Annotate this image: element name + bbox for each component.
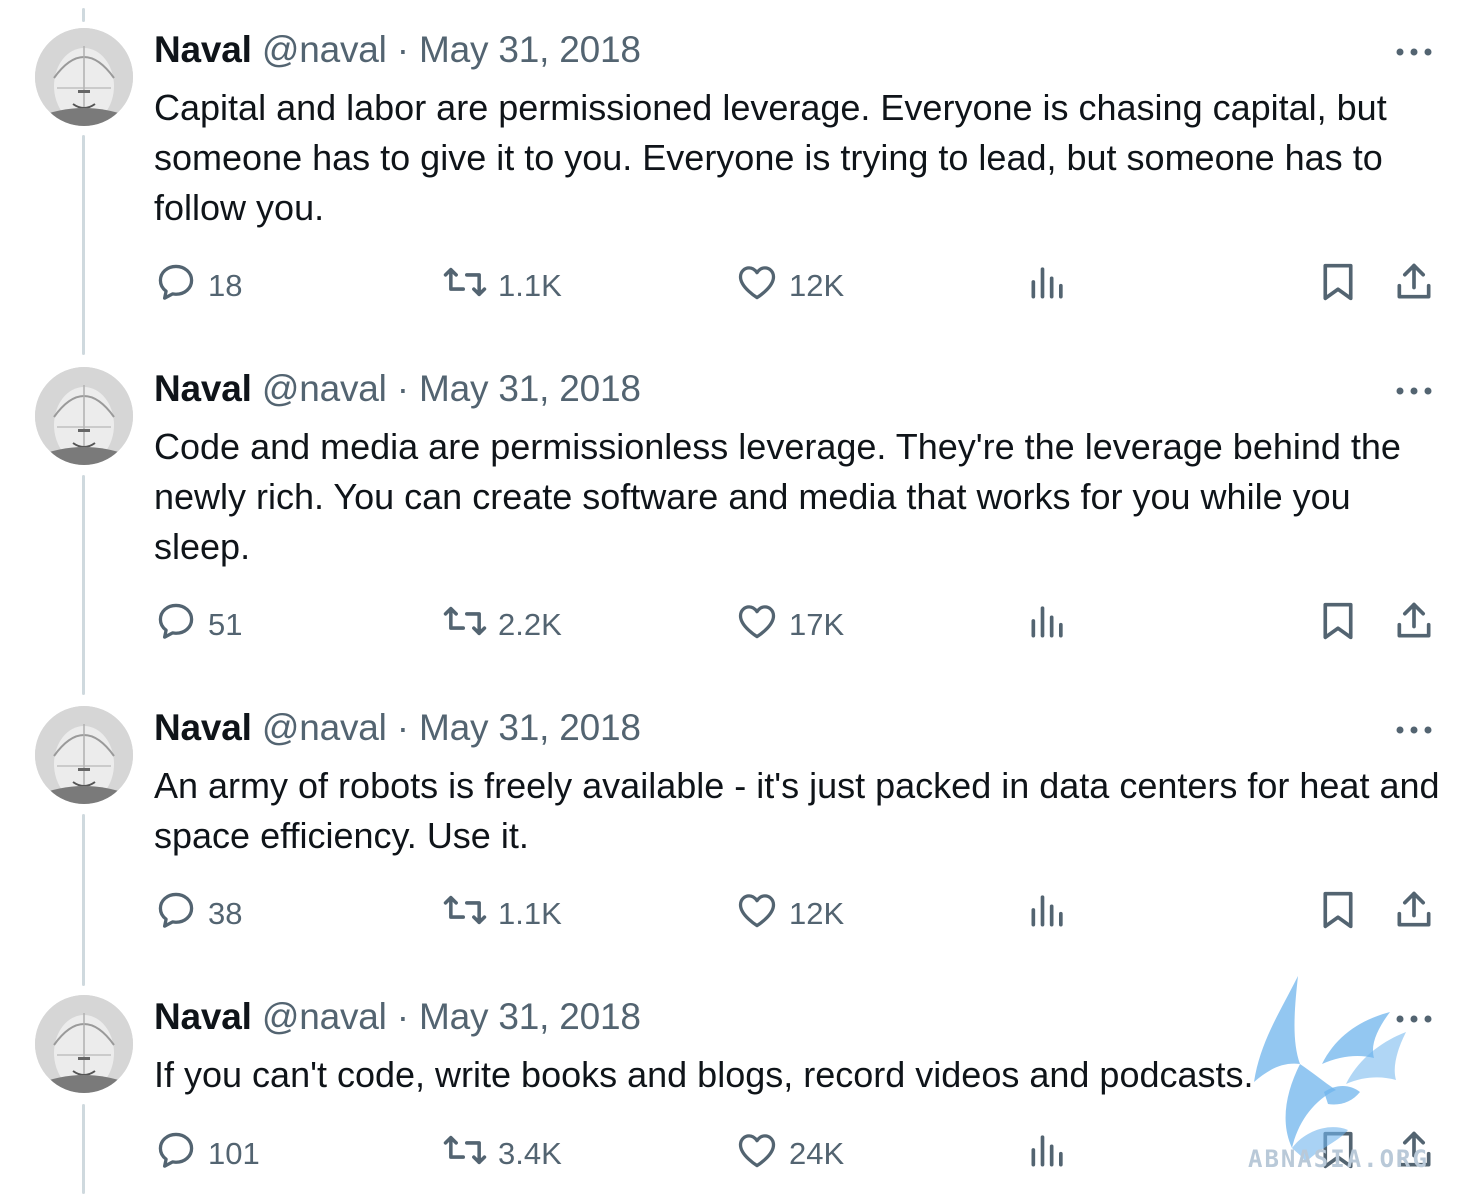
retweet-button[interactable]: 1.1K: [442, 261, 562, 311]
reply-count: 38: [208, 896, 243, 931]
views-icon: [1026, 888, 1070, 940]
author-name[interactable]: Naval: [154, 368, 252, 409]
views-button[interactable]: [1026, 261, 1070, 311]
share-button[interactable]: [1392, 889, 1436, 939]
thread-line: [82, 135, 85, 355]
author-name[interactable]: Naval: [154, 996, 252, 1037]
tweet-date[interactable]: May 31, 2018: [419, 996, 641, 1037]
share-icon: [1392, 260, 1436, 312]
views-button[interactable]: [1026, 889, 1070, 939]
bookmark-button[interactable]: [1318, 261, 1358, 311]
bookmark-icon: [1318, 260, 1358, 312]
bookmark-button[interactable]: [1318, 889, 1358, 939]
watermark-text: ABNASIA.ORG: [1248, 1145, 1429, 1173]
reply-count: 101: [208, 1136, 260, 1171]
like-count: 12K: [789, 268, 845, 303]
like-button[interactable]: 12K: [735, 261, 844, 311]
retweet-count: 3.4K: [498, 1136, 562, 1171]
author-name[interactable]: Naval: [154, 707, 252, 748]
views-button[interactable]: [1026, 600, 1070, 650]
heart-icon: [735, 888, 779, 940]
like-button[interactable]: 12K: [735, 889, 844, 939]
retweet-icon: [442, 260, 488, 312]
reply-icon: [154, 599, 198, 651]
reply-button[interactable]: 51: [154, 600, 242, 650]
separator-dot: ·: [396, 368, 409, 409]
more-icon[interactable]: [1394, 710, 1434, 750]
retweet-count: 1.1K: [498, 268, 562, 303]
tweet-date[interactable]: May 31, 2018: [419, 368, 641, 409]
avatar[interactable]: [35, 367, 133, 465]
thread-line: [82, 475, 85, 695]
reply-count: 18: [208, 268, 243, 303]
more-icon[interactable]: [1394, 999, 1434, 1039]
reply-button[interactable]: 101: [154, 1129, 260, 1179]
heart-icon: [735, 599, 779, 651]
bookmark-icon: [1318, 599, 1358, 651]
like-button[interactable]: 24K: [735, 1129, 844, 1179]
tweet-date[interactable]: May 31, 2018: [419, 707, 641, 748]
tweet-text: Code and media are permissionless levera…: [154, 426, 1401, 567]
retweet-button[interactable]: 2.2K: [442, 600, 562, 650]
heart-icon: [735, 1128, 779, 1180]
views-icon: [1026, 599, 1070, 651]
reply-button[interactable]: 38: [154, 889, 242, 939]
tweet-header: Naval @naval · May 31, 2018: [154, 365, 641, 413]
author-handle[interactable]: @naval: [262, 996, 387, 1037]
reply-icon: [154, 1128, 198, 1180]
tweet-text: If you can't code, write books and blogs…: [154, 1054, 1254, 1095]
retweet-count: 2.2K: [498, 607, 562, 642]
bookmark-button[interactable]: [1318, 600, 1358, 650]
share-button[interactable]: [1392, 600, 1436, 650]
share-button[interactable]: [1392, 261, 1436, 311]
retweet-icon: [442, 1128, 488, 1180]
tweet-header: Naval @naval · May 31, 2018: [154, 993, 641, 1041]
retweet-icon: [442, 599, 488, 651]
bookmark-icon: [1318, 888, 1358, 940]
more-icon[interactable]: [1394, 371, 1434, 411]
like-count: 17K: [789, 607, 845, 642]
reply-icon: [154, 260, 198, 312]
like-count: 12K: [789, 896, 845, 931]
author-handle[interactable]: @naval: [262, 707, 387, 748]
retweet-button[interactable]: 1.1K: [442, 889, 562, 939]
retweet-count: 1.1K: [498, 896, 562, 931]
action-bar: 101 3.4K 24K: [0, 1129, 1461, 1179]
separator-dot: ·: [396, 29, 409, 70]
reply-icon: [154, 888, 198, 940]
thread-line: [82, 8, 85, 22]
author-handle[interactable]: @naval: [262, 368, 387, 409]
tweet-header: Naval @naval · May 31, 2018: [154, 26, 641, 74]
more-icon[interactable]: [1394, 32, 1434, 72]
avatar[interactable]: [35, 706, 133, 804]
like-button[interactable]: 17K: [735, 600, 844, 650]
separator-dot: ·: [396, 707, 409, 748]
action-bar: 38 1.1K 12K: [0, 889, 1461, 939]
reply-button[interactable]: 18: [154, 261, 242, 311]
views-icon: [1026, 260, 1070, 312]
tweet-text: An army of robots is freely available - …: [154, 765, 1440, 856]
retweet-button[interactable]: 3.4K: [442, 1129, 562, 1179]
author-name[interactable]: Naval: [154, 29, 252, 70]
tweet-header: Naval @naval · May 31, 2018: [154, 704, 641, 752]
avatar[interactable]: [35, 28, 133, 126]
avatar[interactable]: [35, 995, 133, 1093]
share-icon: [1392, 888, 1436, 940]
retweet-icon: [442, 888, 488, 940]
share-icon: [1392, 599, 1436, 651]
tweet-text: Capital and labor are permissioned lever…: [154, 87, 1387, 228]
heart-icon: [735, 260, 779, 312]
tweet-date[interactable]: May 31, 2018: [419, 29, 641, 70]
views-button[interactable]: [1026, 1129, 1070, 1179]
like-count: 24K: [789, 1136, 845, 1171]
separator-dot: ·: [396, 996, 409, 1037]
action-bar: 51 2.2K 17K: [0, 600, 1461, 650]
action-bar: 18 1.1K 12K: [0, 261, 1461, 311]
author-handle[interactable]: @naval: [262, 29, 387, 70]
views-icon: [1026, 1128, 1070, 1180]
reply-count: 51: [208, 607, 243, 642]
